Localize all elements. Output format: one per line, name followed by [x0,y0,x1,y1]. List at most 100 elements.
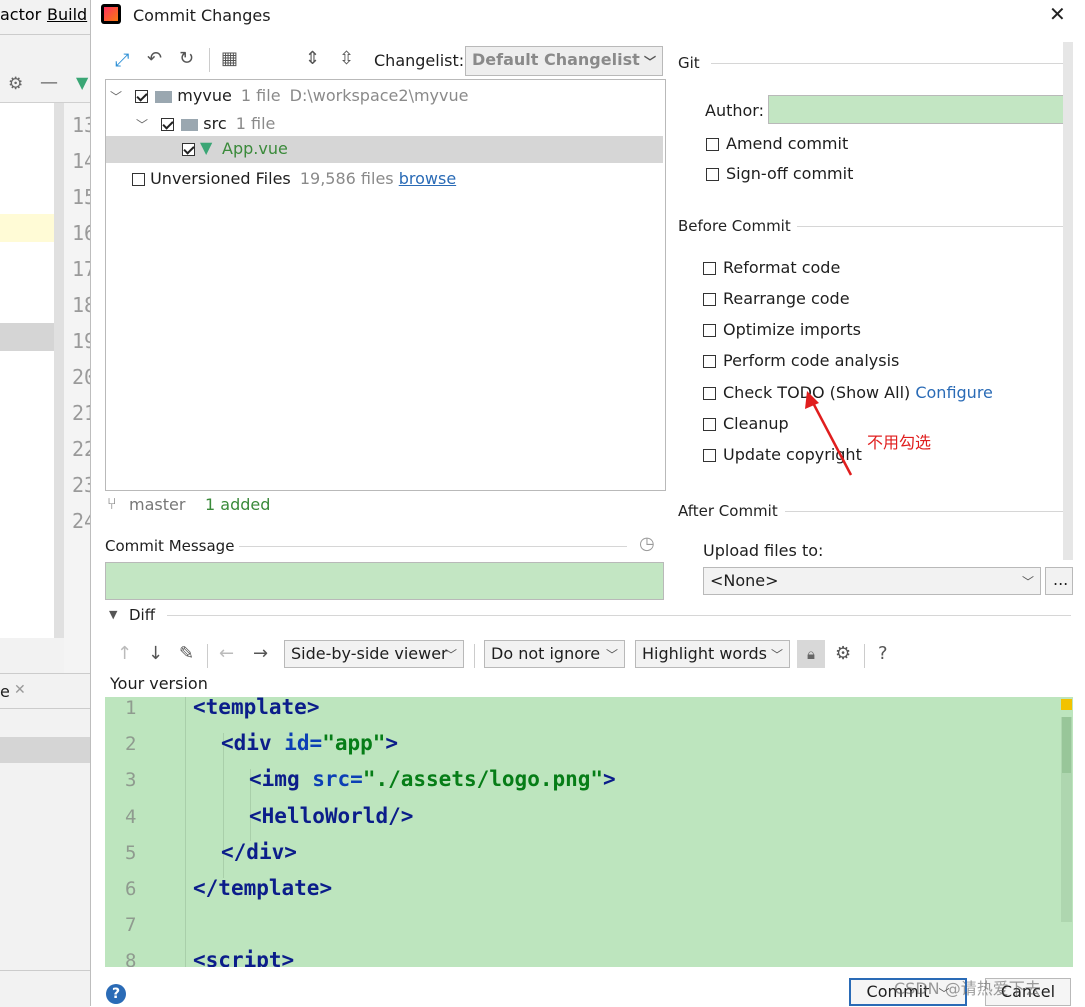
node-label: Unversioned Files [150,169,291,188]
chevron-down-icon: ﹀ [770,648,783,662]
chevron-down-icon: ﹀ [643,55,656,69]
intellij-logo-icon [101,4,121,24]
code-analysis-checkbox[interactable] [703,355,716,368]
ide-toolbar: ⚙ — ▼ [0,68,90,103]
node-count: 19,586 files [299,169,394,188]
optimize-imports-option[interactable]: Optimize imports [703,320,861,339]
history-icon[interactable]: ◷ [639,533,655,554]
gear-icon[interactable]: ⚙ [8,74,23,94]
reformat-option[interactable]: Reformat code [703,258,840,277]
tree-node-src[interactable]: ﹀ src 1 file [136,114,275,133]
tree-node-myvue[interactable]: ﹀ myvue 1 file D:\workspace2\myvue [110,86,468,105]
code-analysis-option[interactable]: Perform code analysis [703,351,899,370]
code-line: <img src="./assets/logo.png"> [249,767,616,791]
chevron-down-icon[interactable]: ﹀ [110,90,122,104]
code-token: div [233,731,272,755]
commit-message-input[interactable] [105,562,664,600]
move-icon[interactable]: ⤢ [115,50,129,71]
app-vue-checkbox[interactable] [182,143,195,156]
line-number: 7 [125,914,137,936]
code-token: template [218,876,320,900]
diff-section-title: Diff [129,606,156,624]
ignore-dropdown[interactable]: Do not ignore ﹀ [484,640,625,668]
previous-diff-icon[interactable]: ↑ [117,643,132,664]
watermark: CSDN @请热爱下去 [894,979,1041,998]
code-line: <template> [193,697,320,719]
group-by-icon[interactable]: ▦ [221,48,238,69]
author-label: Author: [705,101,764,120]
unversioned-checkbox[interactable] [132,173,145,186]
code-token: div [246,840,285,864]
cleanup-option[interactable]: Cleanup [703,414,789,433]
myvue-checkbox[interactable] [135,90,149,103]
signoff-commit-checkbox[interactable] [706,168,719,181]
option-label: Amend commit [726,134,849,153]
code-line: <HelloWorld/> [249,804,414,828]
scrollbar[interactable] [1063,42,1073,560]
amend-commit-option[interactable]: Amend commit [706,134,848,153]
expand-all-icon[interactable]: ⇕ [305,48,320,69]
next-file-icon[interactable]: → [253,643,268,664]
tab-label[interactable]: e [0,682,10,701]
branch-name[interactable]: master [129,495,185,514]
option-label: Reformat code [723,258,841,277]
rollback-icon[interactable]: ↶ [147,48,162,69]
gutter: 13 14 15 16 17 18 19 20 21 22 23 24 [64,103,96,673]
upload-settings-button[interactable]: ... [1045,567,1073,595]
viewer-dropdown[interactable]: Side-by-side viewer ﹀ [284,640,464,668]
lock-icon[interactable]: 🔒︎ [797,640,825,668]
reformat-checkbox[interactable] [703,262,716,275]
selected-row [0,737,90,763]
vue-icon: ▼ [76,73,89,92]
signoff-commit-option[interactable]: Sign-off commit [706,164,853,183]
changes-tree: ﹀ myvue 1 file D:\workspace2\myvue ﹀ src… [105,79,666,491]
changelist-label: Changelist: [374,51,465,70]
dialog-title: Commit Changes [133,6,271,25]
before-commit-title: Before Commit [678,217,791,235]
edit-icon[interactable]: ✎ [179,643,194,664]
tree-node-unversioned[interactable]: Unversioned Files 19,586 files browse [132,169,456,188]
viewer-value: Side-by-side viewer [291,644,448,663]
author-input[interactable] [768,95,1070,124]
next-diff-icon[interactable]: ↓ [148,643,163,664]
collapse-all-icon[interactable]: ⇳ [339,48,354,69]
refresh-icon[interactable]: ↻ [179,48,194,69]
src-checkbox[interactable] [161,118,175,131]
minimize-icon[interactable]: — [40,72,58,93]
browse-link[interactable]: browse [399,169,456,188]
highlight-dropdown[interactable]: Highlight words ﹀ [635,640,790,668]
menu-refactor[interactable]: actor [0,5,41,24]
collapse-triangle-icon[interactable]: ▼ [109,608,117,621]
amend-commit-checkbox[interactable] [706,138,719,151]
cleanup-checkbox[interactable] [703,418,716,431]
configure-link[interactable]: Configure [915,383,993,402]
annotation-arrow [805,391,853,476]
code-line: <div id="app"> [221,731,399,755]
upload-dropdown[interactable]: <None> ﹀ [703,567,1041,595]
rearrange-option[interactable]: Rearrange code [703,289,850,308]
diff-editor[interactable]: 1 2 3 4 5 6 7 8 <template> <div id="app"… [105,697,1073,967]
chevron-down-icon[interactable]: ﹀ [136,118,148,132]
close-icon[interactable]: ✕ [14,682,26,698]
option-label: Sign-off commit [726,164,854,183]
chevron-down-icon: ﹀ [605,648,618,662]
help-icon[interactable]: ? [106,984,126,1004]
scrollbar[interactable] [1061,717,1072,922]
commit-message-label: Commit Message [105,537,235,555]
changelist-dropdown[interactable]: Default Changelist ﹀ [465,46,663,76]
gear-icon[interactable]: ⚙ [835,643,851,664]
update-copyright-checkbox[interactable] [703,449,716,462]
rearrange-checkbox[interactable] [703,293,716,306]
line-number: 4 [125,806,137,828]
button-label: ... [1053,570,1069,589]
close-icon[interactable]: ✕ [1049,2,1066,26]
help-icon[interactable]: ? [878,643,888,664]
bottom-tab-bar: e ✕ [0,673,90,709]
tree-node-app-vue[interactable]: ▼ App.vue [106,136,663,163]
optimize-imports-checkbox[interactable] [703,324,716,337]
previous-file-icon[interactable]: ← [219,643,234,664]
menu-build[interactable]: Build [47,5,87,24]
code-line: </template> [193,876,333,900]
check-todo-checkbox[interactable] [703,387,716,400]
code-token: HelloWorld [261,804,389,828]
